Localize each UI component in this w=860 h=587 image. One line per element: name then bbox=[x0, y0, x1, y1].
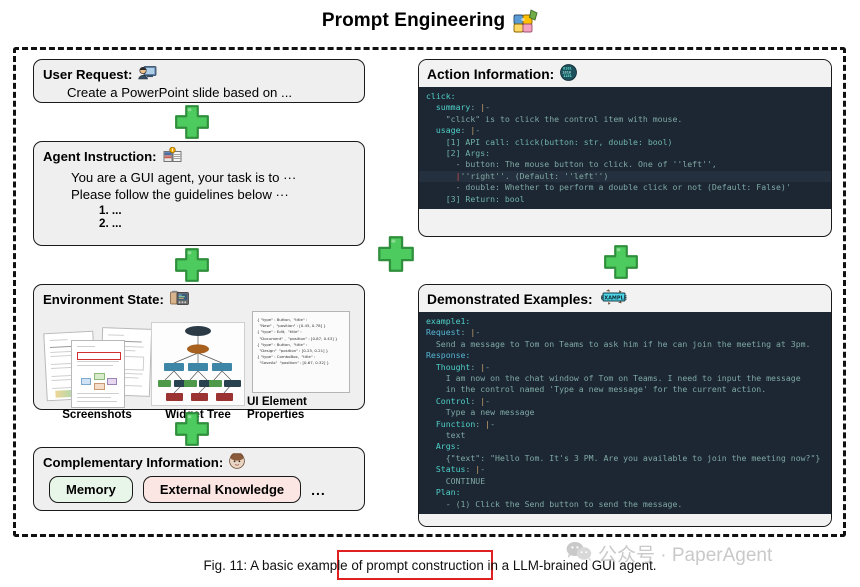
svg-text:EXAMPLE: EXAMPLE bbox=[600, 295, 627, 301]
demonstrated-examples-code: example1: Request: |- Send a message to T… bbox=[419, 312, 831, 514]
complementary-information-panel: Complementary Information: Memory Extern… bbox=[33, 447, 365, 511]
ui-element-properties-thumbnail: { "type" : Button, "title" : "New" , "po… bbox=[247, 311, 355, 421]
agent-instruction-line-1: You are a GUI agent, your task is to ··· bbox=[71, 170, 297, 185]
chip-memory[interactable]: Memory bbox=[49, 476, 133, 503]
code-line: Response: bbox=[426, 350, 471, 361]
watermark: 公众号 · PaperAgent bbox=[566, 540, 772, 567]
code-line: Type a new message bbox=[445, 407, 535, 418]
instruction-book-icon: i bbox=[163, 146, 182, 166]
code-line: summary: |- bbox=[435, 102, 491, 113]
code-line: "click" is to click the control item wit… bbox=[445, 113, 683, 124]
code-line: I am now on the chat window of Tom on Te… bbox=[445, 373, 801, 384]
watermark-text: 公众号 · PaperAgent bbox=[598, 545, 773, 566]
action-information-code: click: summary: |- "click" is to click t… bbox=[419, 87, 831, 210]
demonstrated-examples-header-label: Demonstrated Examples: bbox=[427, 291, 593, 307]
agent-instruction-header: Agent Instruction: i bbox=[43, 146, 355, 166]
screenshots-caption: Screenshots bbox=[62, 408, 132, 421]
complementary-information-header-label: Complementary Information: bbox=[43, 455, 224, 470]
widget-tree-thumbnail: Widget Tree bbox=[151, 322, 245, 421]
action-information-header-label: Action Information: bbox=[427, 66, 555, 82]
code-line: Send a message to Tom on Teams to ask hi… bbox=[435, 338, 811, 349]
binary-data-icon: 0101 1010 1101 bbox=[560, 64, 578, 84]
person-head-icon bbox=[229, 452, 246, 472]
chip-ellipsis: ... bbox=[311, 481, 326, 498]
agent-instruction-line-4: 2. ... bbox=[99, 217, 122, 230]
code-line: Thought: |- bbox=[435, 361, 491, 372]
example-tag-icon: EXAMPLE bbox=[599, 289, 629, 309]
complementary-chip-row: Memory External Knowledge ... bbox=[43, 476, 355, 503]
code-line: text bbox=[445, 430, 466, 441]
code-line: [3] Return: bool bbox=[445, 193, 525, 204]
user-request-header: User Request: bbox=[43, 65, 355, 83]
code-line: - double: Whether to perform a double cl… bbox=[455, 182, 791, 193]
code-line: Control: |- bbox=[435, 395, 491, 406]
code-line: example1: bbox=[426, 316, 471, 326]
user-avatar-icon bbox=[138, 65, 157, 83]
code-line: in the control named 'Type a new message… bbox=[445, 384, 767, 395]
code-line: - button: The mouse button to click. One… bbox=[455, 159, 717, 170]
screenshot-stack-thumbnail: Screenshots bbox=[43, 326, 153, 421]
code-line: Plan: bbox=[435, 487, 461, 498]
environment-state-header-label: Environment State: bbox=[43, 292, 164, 307]
ui-element-properties-text: { "type" : Button, "title" : "New" , "po… bbox=[252, 311, 350, 393]
page-title: Prompt Engineering bbox=[0, 8, 860, 34]
user-request-header-label: User Request: bbox=[43, 66, 133, 82]
svg-text:1101: 1101 bbox=[563, 74, 572, 78]
code-line: [1] API call: click(button: str, double:… bbox=[445, 136, 673, 147]
code-line: Function: |- bbox=[435, 418, 496, 429]
ui-element-properties-caption: UI Element Properties bbox=[247, 395, 307, 421]
agent-instruction-line-2: Please follow the guidelines below ··· bbox=[71, 187, 289, 202]
code-line: |''right''. (Default: ''left'') bbox=[419, 170, 831, 183]
environment-state-thumbnails: Screenshots Widget Tree {"type": Butto… bbox=[43, 311, 355, 421]
code-line: Status: |- bbox=[435, 464, 486, 475]
code-line: [2] Args: bbox=[445, 148, 491, 159]
code-line: {"text": "Hello Tom. It's 3 PM. Are you … bbox=[445, 452, 821, 463]
code-line: click: bbox=[426, 91, 456, 101]
code-line: usage: |- bbox=[435, 125, 481, 136]
environment-state-panel: Environment State: Screenshots Widget Tr… bbox=[33, 284, 365, 421]
monitor-clipboard-icon bbox=[170, 290, 189, 309]
code-line: CONTINUE bbox=[445, 475, 486, 486]
wechat-icon bbox=[566, 541, 592, 567]
demonstrated-examples-header: Demonstrated Examples: EXAMPLE bbox=[419, 285, 831, 312]
demonstrated-examples-footer bbox=[419, 513, 831, 526]
demonstrated-examples-panel: Demonstrated Examples: EXAMPLE example1:… bbox=[418, 284, 832, 527]
code-line: Request: |- bbox=[426, 327, 481, 338]
user-request-panel: User Request: Create a PowerPoint slide … bbox=[33, 59, 365, 103]
agent-instruction-panel: Agent Instruction: i You are a GUI agent… bbox=[33, 141, 365, 246]
user-request-body: Create a PowerPoint slide based on ... bbox=[67, 85, 293, 100]
code-line: Args: bbox=[435, 441, 461, 452]
code-line: - (1) Click the Send button to send the … bbox=[445, 498, 683, 509]
chip-external-knowledge[interactable]: External Knowledge bbox=[142, 476, 302, 503]
action-information-panel: Action Information: 0101 1010 1101 click… bbox=[418, 59, 832, 237]
puzzle-piece-icon bbox=[512, 8, 538, 34]
agent-instruction-line-3: 1. ... bbox=[99, 204, 122, 217]
action-information-footer bbox=[419, 209, 831, 223]
environment-state-header: Environment State: bbox=[43, 290, 355, 309]
agent-instruction-header-label: Agent Instruction: bbox=[43, 149, 157, 164]
figure-title-text: Prompt Engineering bbox=[321, 10, 506, 31]
complementary-information-header: Complementary Information: bbox=[43, 452, 355, 472]
action-information-header: Action Information: 0101 1010 1101 bbox=[419, 60, 831, 87]
